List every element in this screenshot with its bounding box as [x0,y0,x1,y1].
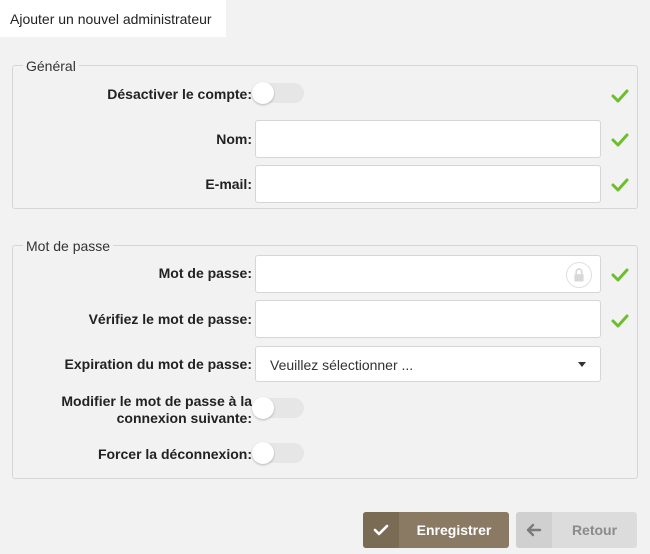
expiration-select[interactable]: Veuillez sélectionner ... [255,346,601,382]
email-label: E-mail: [205,176,252,192]
change-next-login-label: Modifier le mot de passe à la connexion … [12,393,252,427]
password-label: Mot de passe: [158,265,252,281]
verify-password-label: Vérifiez le mot de passe: [88,311,252,327]
force-logout-toggle[interactable] [252,442,304,464]
password-legend: Mot de passe [23,237,114,255]
password-field[interactable] [255,255,601,293]
general-legend: Général [23,57,79,75]
lock-icon[interactable] [566,262,592,288]
save-button-label: Enregistrer [416,522,492,538]
toggle-knob [252,442,274,464]
toggle-knob [252,397,274,419]
arrow-left-icon [516,512,552,548]
email-field[interactable] [255,165,601,203]
back-button[interactable]: Retour [516,512,637,548]
chevron-down-icon [578,362,586,367]
check-icon [611,89,629,103]
change-next-login-label-line2: connexion suivante: [116,410,252,426]
expiration-label: Expiration du mot de passe: [64,356,252,372]
change-next-login-toggle[interactable] [252,397,304,419]
tab-add-administrator[interactable]: Ajouter un nouvel administrateur [0,0,226,37]
force-logout-label: Forcer la déconnexion: [97,446,252,462]
expiration-selected-value: Veuillez sélectionner ... [270,357,414,373]
toggle-knob [252,82,274,104]
name-label: Nom: [216,131,252,147]
disable-account-label: Désactiver le compte: [107,86,252,102]
back-button-label: Retour [571,522,618,538]
save-button[interactable]: Enregistrer [363,512,509,548]
check-icon [611,133,629,147]
save-check-icon [363,512,399,548]
name-field[interactable] [255,120,601,158]
check-icon [611,314,629,328]
check-icon [611,178,629,192]
check-icon [611,268,629,282]
verify-password-field[interactable] [255,300,601,338]
tab-title: Ajouter un nouvel administrateur [10,11,212,27]
disable-account-toggle[interactable] [252,82,304,104]
change-next-login-label-line1: Modifier le mot de passe à la [61,393,252,409]
